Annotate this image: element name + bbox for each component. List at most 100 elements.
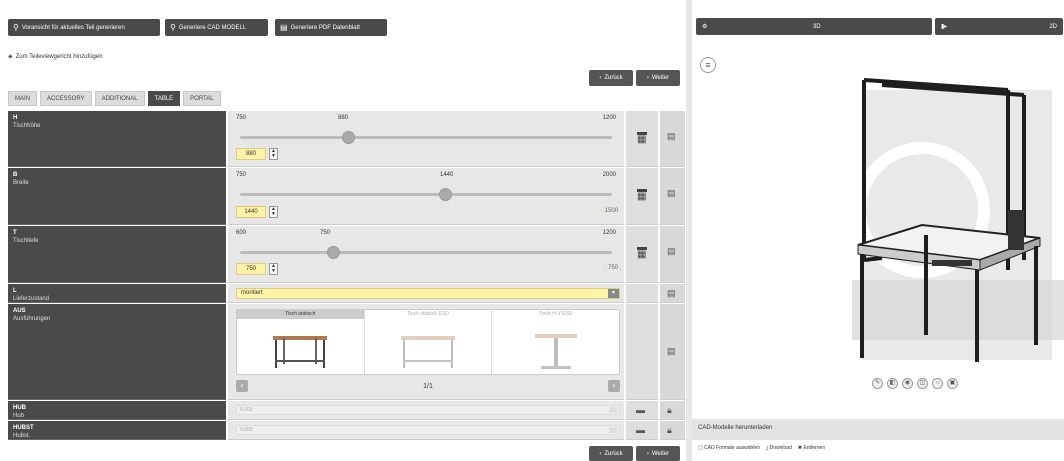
width-stepper[interactable]: ▲ ▼ bbox=[269, 206, 278, 218]
remove-link[interactable]: ✖ Entfernen bbox=[798, 445, 825, 451]
row-hub: HUB Hub 0.000 ▬ 🔒︎ bbox=[8, 401, 685, 420]
tab-table[interactable]: TABLE bbox=[147, 91, 181, 106]
next-button[interactable]: › Weiter bbox=[636, 70, 680, 86]
row-lieferzustand: L Lieferzustand montiert ▼ ▤ bbox=[8, 284, 685, 303]
back-button-bottom[interactable]: ‹ Zurück bbox=[589, 446, 633, 461]
chevron-left-icon[interactable]: ‹ bbox=[236, 380, 248, 392]
chevron-left-icon: ‹ bbox=[599, 450, 602, 457]
minus-icon[interactable]: ▬ bbox=[636, 425, 645, 435]
calculator-icon[interactable]: ▬ ▦ bbox=[635, 185, 649, 202]
preview-button[interactable]: ⚲ Voransicht für aktuelles Teil generiere… bbox=[8, 19, 160, 36]
box-icon[interactable]: ▣ bbox=[947, 378, 958, 389]
row-control: 0.000 bbox=[228, 401, 624, 420]
eye-icon[interactable]: ◉ bbox=[902, 378, 913, 389]
depth-input[interactable]: 750 bbox=[236, 263, 266, 275]
circle-icon[interactable]: ○ bbox=[932, 378, 943, 389]
calculator-icon[interactable]: ▬ ▦ bbox=[635, 128, 649, 145]
depth-stepper[interactable]: ▲ ▼ bbox=[269, 263, 278, 275]
row-actions bbox=[626, 284, 658, 303]
row-label: L Lieferzustand bbox=[8, 284, 226, 303]
info-icon: ◔ bbox=[599, 208, 603, 214]
info-icon: ◔ bbox=[602, 265, 606, 271]
row-actions: ▬ ▦ bbox=[626, 111, 658, 167]
height-stepper[interactable]: ▲ ▼ bbox=[269, 148, 278, 160]
download-link[interactable]: ⤓ Download bbox=[766, 445, 792, 451]
chevron-right-icon[interactable]: › bbox=[607, 380, 620, 392]
tab-portal[interactable]: PORTAL bbox=[183, 91, 221, 106]
link-icon: ◈ bbox=[8, 54, 13, 60]
grid-icon[interactable]: ▤ bbox=[667, 346, 676, 357]
chevron-down-icon: ▼ bbox=[608, 289, 619, 298]
slider-track bbox=[240, 193, 612, 196]
calculator-icon[interactable]: ▬ ▦ bbox=[635, 243, 649, 260]
width-input[interactable]: 1440 bbox=[236, 206, 266, 218]
back-button[interactable]: ‹ Zurück bbox=[589, 70, 633, 86]
ruler-icon[interactable]: ◫ bbox=[917, 378, 928, 389]
table-thumbnail bbox=[534, 334, 577, 369]
next-button-bottom[interactable]: › Weiter bbox=[636, 446, 680, 461]
slider-knob[interactable] bbox=[438, 188, 452, 201]
row-tischtiefe: T Tischtiefe 600 750 1200 750 ▲ ▼ ◔ 750 ▬ ▦ … bbox=[8, 226, 685, 283]
download-bar: CAD-Modelle herunterladen bbox=[692, 419, 1064, 440]
add-link[interactable]: ◈ Zum Teileviewgericht hinzufügen bbox=[8, 53, 103, 61]
download-links: ▢ CAD Formate auswählen ⤓ Download ✖ Ent… bbox=[698, 445, 825, 451]
row-extra: ▤ bbox=[660, 111, 685, 167]
table-thumbnail bbox=[273, 336, 328, 368]
lock-icon[interactable]: 🔒︎ bbox=[667, 425, 672, 436]
menu-icon[interactable]: ≡ bbox=[700, 57, 716, 73]
viewer-tabs: ⚙ 3D ▮▸ 2D bbox=[696, 18, 1063, 35]
variant-option[interactable]: Tisch statisch bbox=[237, 310, 365, 374]
slider-knob[interactable] bbox=[327, 246, 340, 259]
drawing-icon: ▮▸ bbox=[941, 24, 948, 30]
row-control: 750 880 1200 880 ▲ ▼ bbox=[228, 111, 624, 167]
row-control: 0.000 bbox=[228, 421, 624, 440]
slider-knob[interactable] bbox=[341, 131, 355, 144]
configurator-panel: ⚲ Voransicht für aktuelles Teil generiere… bbox=[0, 0, 686, 461]
workbench-3d-view[interactable] bbox=[822, 60, 1064, 370]
row-label: B Breite bbox=[8, 168, 226, 225]
tab-2d[interactable]: ▮▸ 2D bbox=[935, 18, 1063, 35]
select-format-link[interactable]: ▢ CAD Formate auswählen bbox=[698, 445, 760, 451]
variant-option[interactable]: Tisch H-V ESD bbox=[492, 310, 619, 374]
height-input[interactable]: 880 bbox=[236, 148, 266, 160]
pencil-icon[interactable]: ✎ bbox=[872, 378, 883, 389]
row-label: HUB Hub bbox=[8, 401, 226, 420]
tab-bar: MAIN ACCESSORY ADDITIONAL TABLE PORTAL bbox=[8, 91, 221, 106]
grid-icon[interactable]: ▤ bbox=[667, 131, 676, 142]
chevron-left-icon: ‹ bbox=[599, 75, 602, 81]
variant-option[interactable]: Tisch statisch ESD bbox=[365, 310, 493, 374]
minus-icon[interactable]: ▬ bbox=[636, 405, 645, 415]
row-actions: ▬ bbox=[626, 401, 658, 420]
tab-3d[interactable]: ⚙ 3D bbox=[696, 18, 932, 35]
lock-icon[interactable]: 🔒︎ bbox=[667, 405, 672, 416]
tab-main[interactable]: MAIN bbox=[8, 91, 37, 106]
pdf-button[interactable]: ▤ Generiere PDF Datenblatt bbox=[275, 19, 387, 36]
tab-additional[interactable]: ADDITIONAL bbox=[94, 91, 145, 106]
chevron-right-icon: › bbox=[646, 450, 649, 457]
row-label: HUBST Hubst. bbox=[8, 421, 226, 440]
row-control: montiert ▼ bbox=[228, 284, 624, 303]
row-control: Tisch statisch Tisch statisch ESD Tisch … bbox=[228, 304, 624, 400]
row-actions: ▬ bbox=[626, 421, 658, 440]
row-extra: ▤ bbox=[660, 304, 685, 400]
row-extra: ▤ bbox=[660, 168, 685, 225]
range-info: ◔ 1500 bbox=[599, 208, 618, 214]
row-control: 600 750 1200 750 ▲ ▼ ◔ 750 bbox=[228, 226, 624, 283]
row-extra: 🔒︎ bbox=[660, 421, 685, 440]
row-extra: ▤ bbox=[660, 284, 685, 303]
grid-icon[interactable]: ▤ bbox=[667, 288, 676, 299]
row-actions bbox=[626, 304, 658, 400]
settings-icon: ⚙ bbox=[702, 24, 708, 30]
table-thumbnail bbox=[401, 336, 455, 368]
row-control: 750 1440 2000 1440 ▲ ▼ ◔ 1500 bbox=[228, 168, 624, 225]
tab-accessory[interactable]: ACCESSORY bbox=[40, 91, 92, 106]
row-actions: ▬ ▦ bbox=[626, 168, 658, 225]
row-tischhoehe: H Tischhöhe 750 880 1200 880 ▲ ▼ ▬ ▦ ▤ bbox=[8, 111, 685, 167]
grid-icon[interactable]: ▤ bbox=[667, 188, 676, 199]
row-actions: ▬ ▦ bbox=[626, 226, 658, 283]
grid-icon[interactable]: ▤ bbox=[667, 246, 676, 257]
cad-model-button[interactable]: ⚲ Generiere CAD MODELL bbox=[165, 19, 268, 36]
cube-icon[interactable]: ◧ bbox=[887, 378, 898, 389]
search-icon: ⚲ bbox=[13, 22, 19, 32]
delivery-select[interactable]: montiert ▼ bbox=[236, 288, 620, 299]
